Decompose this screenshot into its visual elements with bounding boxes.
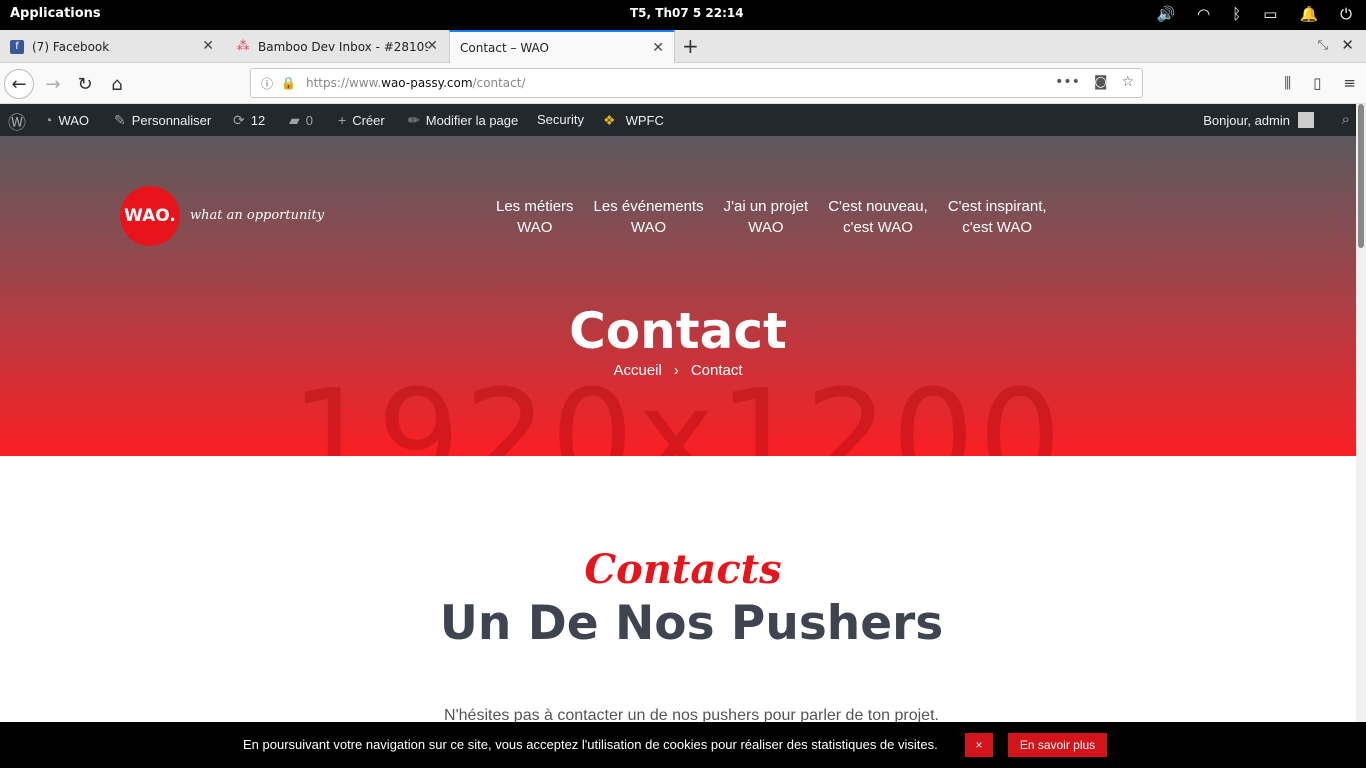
scrollbar-thumb[interactable] [1358,104,1364,248]
cheetah-icon: ❖ [603,112,616,128]
breadcrumb-separator: › [673,362,679,379]
menu-icon[interactable]: ≡ [1343,74,1356,92]
wp-admin-bar: Ⓦ ◔ WAO ✎ Personnaliser ⟳ 12 ▰ 0 + Créer ✏ Mod… [0,104,1366,136]
restore-window-icon[interactable]: ⤡ [1318,38,1328,53]
tab-label: Contact – WAO [460,40,549,55]
forward-icon[interactable]: → [38,69,68,99]
hero-banner: 1920x1200 WAO. what an opportunity Les m… [0,136,1356,456]
tab-label: Bamboo Dev Inbox - #28109 [258,39,428,54]
pocket-icon[interactable]: ◙ [1094,74,1108,90]
reload-icon[interactable]: ↻ [70,69,100,99]
tab-contact-wao[interactable]: Contact – WAO ✕ [449,30,675,63]
main-menu: Les métiers WAO Les événements WAO J'ai … [496,196,1047,238]
notification-bell-icon[interactable]: 🔔 [1299,5,1318,23]
volume-icon[interactable]: 🔊 [1156,5,1175,23]
tab-bamboo[interactable]: ⁂ Bamboo Dev Inbox - #28109 ✕ [226,30,448,63]
applications-menu[interactable]: Applications [10,6,101,21]
brush-icon: ✎ [114,112,126,128]
dashboard-icon: ◔ [44,112,53,128]
section-script-title: Contacts [584,546,782,593]
back-icon[interactable]: ← [4,69,34,99]
facebook-icon: f [10,39,24,54]
bookmark-star-icon[interactable]: ☆ [1121,74,1134,90]
power-icon[interactable]: ⏻ [1340,5,1352,23]
tab-facebook[interactable]: f (7) Facebook ✕ [0,30,224,63]
pencil-icon: ✏ [408,112,420,128]
wp-updates-link[interactable]: ⟳ 12 [233,112,265,129]
wp-wpfc-link[interactable]: ❖ WPFC [603,112,664,129]
site-tagline: what an opportunity [190,208,325,223]
cookie-more-button[interactable]: En savoir plus [1008,733,1107,757]
address-bar[interactable]: ⓘ 🔒 https://www.wao-passy.com/contact/ •… [250,68,1143,98]
tab-strip: f (7) Facebook ✕ ⁂ Bamboo Dev Inbox - #2… [0,30,1366,63]
wp-new-content-link[interactable]: + Créer [338,112,385,128]
cookie-text: En poursuivant votre navigation sur ce s… [243,737,938,752]
new-tab-icon[interactable]: + [682,34,699,58]
wp-edit-page-link[interactable]: ✏ Modifier la page [408,112,518,129]
page-title: Contact [569,302,787,360]
library-icon[interactable]: ⫼ [1284,74,1291,92]
wp-security-link[interactable]: Security [537,112,584,127]
cookie-banner: En poursuivant votre navigation sur ce s… [0,722,1366,768]
breadcrumb-home-link[interactable]: Accueil [613,362,661,379]
menu-item-nouveau[interactable]: C'est nouveau, c'est WAO [828,196,928,238]
clock[interactable]: T5, Th07 5 22:14 [630,6,744,20]
url-text[interactable]: https://www.wao-passy.com/contact/ [306,76,526,90]
home-icon[interactable]: ⌂ [102,69,132,99]
menu-item-metiers[interactable]: Les métiers WAO [496,196,574,238]
page-actions-icon[interactable]: ••• [1055,74,1080,90]
cookie-close-button[interactable]: × [965,733,993,757]
battery-icon[interactable]: ▭ [1263,5,1277,23]
navigation-toolbar: ← → ↻ ⌂ ⓘ 🔒 https://www.wao-passy.com/co… [0,63,1366,104]
menu-item-evenements[interactable]: Les événements WAO [594,196,704,238]
system-tray: 🔊 ◠ ᛒ ▭ 🔔 ⏻ [1156,5,1352,23]
comment-icon: ▰ [289,112,300,128]
wp-account-menu[interactable]: Bonjour, admin [1203,112,1314,128]
wifi-icon[interactable]: ◠ [1197,5,1210,23]
section-title: Un De Nos Pushers [439,596,944,651]
lock-icon[interactable]: 🔒 [281,76,296,90]
close-window-icon[interactable]: ✕ [1341,36,1354,54]
refresh-icon: ⟳ [233,112,245,128]
desktop-top-panel: Applications T5, Th07 5 22:14 🔊 ◠ ᛒ ▭ 🔔 … [0,0,1366,30]
plus-icon: + [338,112,347,128]
close-tab-icon[interactable]: ✕ [426,38,438,54]
sidebar-icon[interactable]: ▯ [1313,74,1321,92]
tab-label: (7) Facebook [32,39,110,54]
close-tab-icon[interactable]: ✕ [652,40,664,56]
site-logo[interactable]: WAO. [120,186,180,246]
wp-site-link[interactable]: ◔ WAO [44,112,89,128]
wp-comments-link[interactable]: ▰ 0 [289,112,313,129]
menu-item-projet[interactable]: J'ai un projet WAO [724,196,809,238]
bluetooth-icon[interactable]: ᛒ [1232,5,1241,23]
search-icon[interactable]: ⌕ [1342,111,1350,128]
avatar [1298,112,1314,128]
close-tab-icon[interactable]: ✕ [202,38,214,54]
wp-customize-link[interactable]: ✎ Personnaliser [114,112,211,129]
breadcrumb-current: Contact [690,362,743,379]
site-info-icon[interactable]: ⓘ [261,75,273,92]
breadcrumb: Accueil › Contact [0,362,1356,379]
wordpress-logo-icon[interactable]: Ⓦ [8,112,26,135]
menu-item-inspirant[interactable]: C'est inspirant, c'est WAO [948,196,1047,238]
asana-icon: ⁂ [236,39,250,54]
